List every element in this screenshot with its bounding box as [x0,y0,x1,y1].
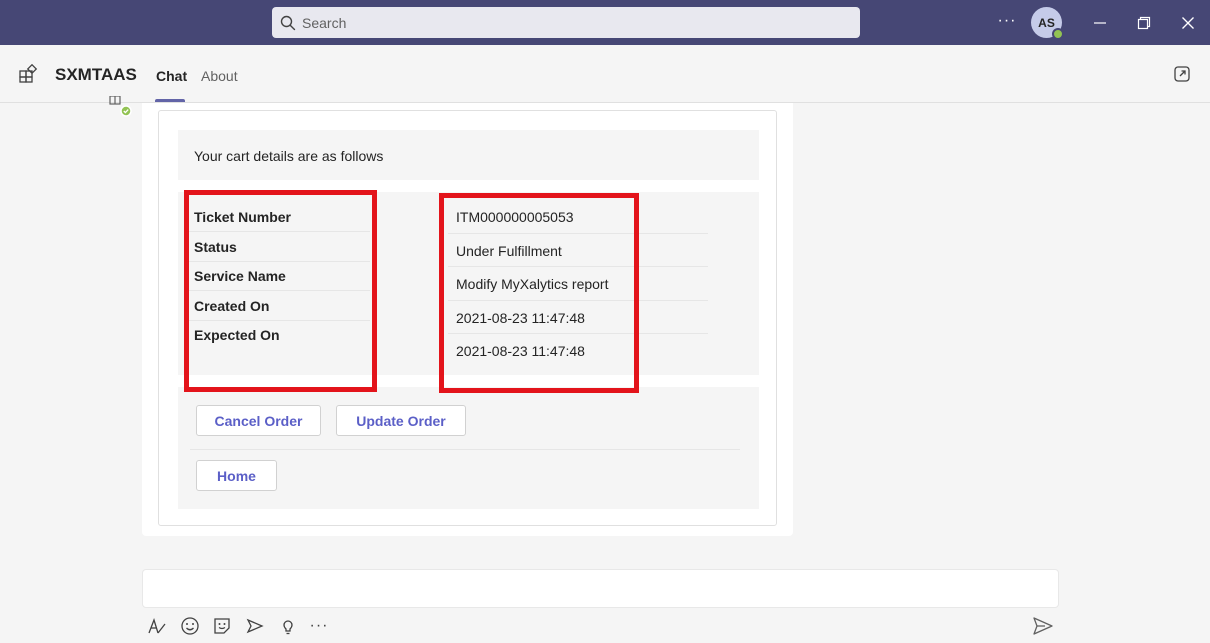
restore-button[interactable] [1132,11,1156,35]
message-input[interactable] [143,570,1058,607]
emoji-button[interactable] [180,616,200,636]
minimize-icon [1094,22,1106,24]
bot-avatar-icon [109,96,132,117]
divider [190,449,740,450]
search-input[interactable] [302,14,842,31]
meet-icon [246,618,264,634]
annotation-box-labels [184,190,377,392]
emoji-icon [181,617,199,635]
message-composer[interactable] [142,569,1059,608]
schedule-meeting-button[interactable] [245,616,265,636]
app-icon [19,64,38,83]
avatar-initials: AS [1038,15,1055,30]
card-header: Your cart details are as follows [178,130,759,180]
annotation-box-values [439,193,639,393]
presence-available-icon [1052,28,1064,40]
send-icon[interactable] [1032,615,1054,637]
sticker-icon [214,618,230,634]
cancel-order-button[interactable]: Cancel Order [196,405,321,436]
card-header-text: Your cart details are as follows [194,148,384,164]
search-box[interactable] [272,7,860,38]
sticker-button[interactable] [212,616,232,636]
tab-about[interactable]: About [201,68,238,84]
title-bar: ··· AS [0,0,1210,45]
more-options-button[interactable]: ··· [996,11,1018,33]
popout-icon[interactable] [1173,65,1191,83]
close-button[interactable] [1176,11,1200,35]
more-actions-button[interactable]: ··· [309,616,329,636]
active-tab-indicator [155,99,185,102]
app-header: SXMTAAS Chat About [0,45,1210,103]
home-button[interactable]: Home [196,460,277,491]
close-icon [1182,17,1194,29]
format-icon [148,618,166,634]
format-button[interactable] [147,616,167,636]
app-name: SXMTAAS [55,65,137,84]
lightbulb-icon [283,620,293,635]
tab-chat[interactable]: Chat [156,68,187,84]
update-order-button[interactable]: Update Order [336,405,466,436]
praise-button[interactable] [278,616,298,636]
search-icon [280,15,296,30]
avatar[interactable]: AS [1031,7,1064,40]
minimize-button[interactable] [1088,11,1112,35]
restore-icon [1137,16,1151,30]
